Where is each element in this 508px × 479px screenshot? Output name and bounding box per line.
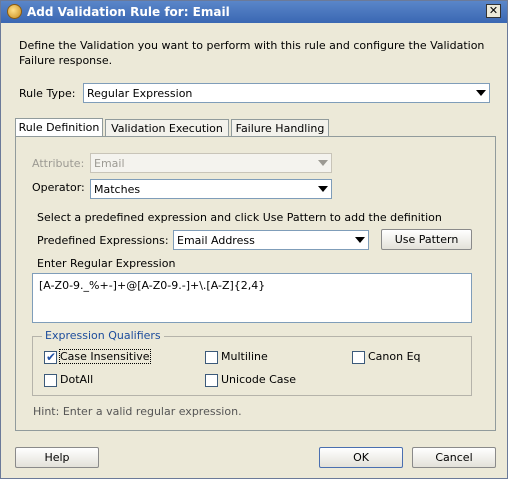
chevron-down-icon: [318, 186, 328, 192]
operator-label: Operator:: [32, 181, 85, 194]
close-icon[interactable]: ✕: [486, 4, 501, 18]
title-bar[interactable]: Add Validation Rule for: Email ✕: [1, 1, 507, 23]
rule-type-label: Rule Type:: [19, 87, 76, 100]
qualifiers-title: Expression Qualifiers: [42, 329, 164, 342]
canon-eq-label[interactable]: Canon Eq: [368, 350, 421, 363]
window-title: Add Validation Rule for: Email: [27, 5, 230, 19]
multiline-label[interactable]: Multiline: [221, 350, 268, 363]
cancel-button[interactable]: Cancel: [412, 447, 496, 468]
app-icon: [7, 4, 22, 19]
rule-type-value: Regular Expression: [87, 87, 193, 100]
help-button[interactable]: Help: [15, 447, 99, 468]
case-insensitive-label[interactable]: Case Insensitive: [59, 349, 151, 364]
predefined-value: Email Address: [177, 234, 255, 247]
attribute-select: Email: [90, 153, 332, 173]
dotall-label[interactable]: DotAll: [60, 373, 93, 386]
canon-eq-checkbox[interactable]: [352, 351, 365, 364]
unicode-case-checkbox[interactable]: [205, 374, 218, 387]
operator-select[interactable]: Matches: [90, 179, 332, 199]
regex-label: Enter Regular Expression: [37, 257, 176, 270]
ok-button[interactable]: OK: [319, 447, 403, 468]
hint-text: Hint: Enter a valid regular expression.: [33, 405, 242, 418]
chevron-down-icon: [476, 90, 486, 96]
multiline-checkbox[interactable]: [205, 351, 218, 364]
predefined-instruction: Select a predefined expression and click…: [37, 211, 442, 224]
predefined-select[interactable]: Email Address: [173, 230, 369, 250]
case-insensitive-checkbox[interactable]: ✔: [44, 350, 57, 364]
attribute-label: Attribute:: [32, 157, 85, 170]
unicode-case-label[interactable]: Unicode Case: [221, 373, 296, 386]
rule-type-select[interactable]: Regular Expression: [83, 83, 490, 103]
regex-value: [A-Z0-9._%+-]+@[A-Z0-9.-]+\.[A-Z]{2,4}: [39, 279, 266, 292]
predefined-label: Predefined Expressions:: [37, 234, 169, 247]
use-pattern-button[interactable]: Use Pattern: [381, 229, 472, 250]
chevron-down-icon: [318, 160, 328, 166]
expression-qualifiers-group: [32, 336, 472, 396]
attribute-value: Email: [94, 157, 125, 170]
validation-rule-dialog: Add Validation Rule for: Email ✕ Define …: [0, 0, 508, 479]
dialog-description: Define the Validation you want to perfor…: [19, 39, 485, 67]
regex-input[interactable]: [A-Z0-9._%+-]+@[A-Z0-9.-]+\.[A-Z]{2,4}: [32, 273, 472, 323]
operator-value: Matches: [94, 183, 141, 196]
dotall-checkbox[interactable]: [44, 374, 57, 387]
chevron-down-icon: [355, 237, 365, 243]
checkmark-icon: ✔: [46, 350, 57, 364]
